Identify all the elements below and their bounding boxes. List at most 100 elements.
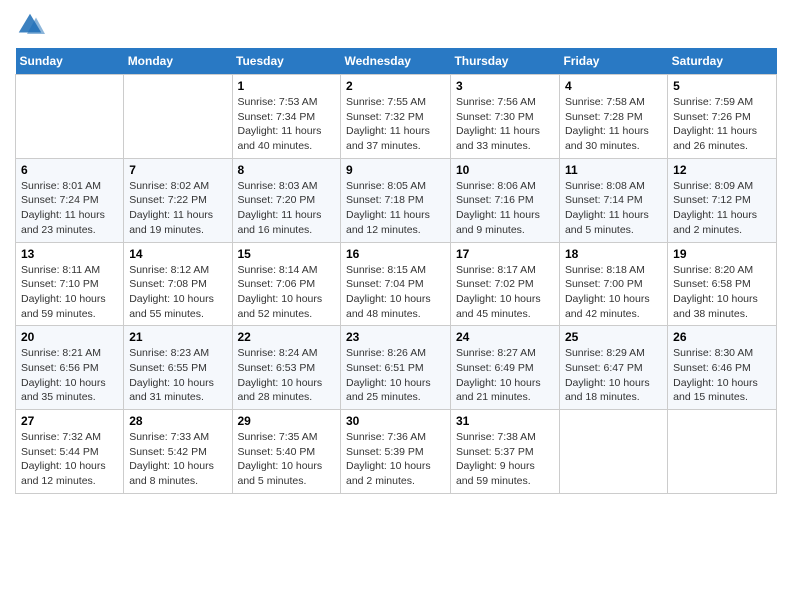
day-number: 22 bbox=[238, 330, 336, 344]
day-number: 26 bbox=[673, 330, 771, 344]
day-number: 15 bbox=[238, 247, 336, 261]
day-number: 19 bbox=[673, 247, 771, 261]
calendar-cell: 10 Sunrise: 8:06 AM Sunset: 7:16 PM Dayli… bbox=[450, 158, 559, 242]
day-info: Sunrise: 8:24 AM Sunset: 6:53 PM Dayligh… bbox=[238, 346, 336, 405]
calendar-table: SundayMondayTuesdayWednesdayThursdayFrid… bbox=[15, 48, 777, 494]
day-number: 23 bbox=[346, 330, 445, 344]
day-info: Sunrise: 8:09 AM Sunset: 7:12 PM Dayligh… bbox=[673, 179, 771, 238]
day-info: Sunrise: 8:23 AM Sunset: 6:55 PM Dayligh… bbox=[129, 346, 226, 405]
logo bbox=[15, 10, 49, 40]
day-info: Sunrise: 8:14 AM Sunset: 7:06 PM Dayligh… bbox=[238, 263, 336, 322]
day-number: 18 bbox=[565, 247, 662, 261]
day-number: 29 bbox=[238, 414, 336, 428]
calendar-cell: 31 Sunrise: 7:38 AM Sunset: 5:37 PM Dayli… bbox=[450, 410, 559, 494]
day-info: Sunrise: 8:20 AM Sunset: 6:58 PM Dayligh… bbox=[673, 263, 771, 322]
day-number: 12 bbox=[673, 163, 771, 177]
header bbox=[15, 10, 777, 40]
calendar-cell bbox=[668, 410, 777, 494]
calendar-header: SundayMondayTuesdayWednesdayThursdayFrid… bbox=[16, 48, 777, 75]
calendar-cell: 26 Sunrise: 8:30 AM Sunset: 6:46 PM Dayli… bbox=[668, 326, 777, 410]
calendar-cell: 9 Sunrise: 8:05 AM Sunset: 7:18 PM Daylig… bbox=[341, 158, 451, 242]
day-number: 17 bbox=[456, 247, 554, 261]
weekday-header-saturday: Saturday bbox=[668, 48, 777, 75]
calendar-cell: 17 Sunrise: 8:17 AM Sunset: 7:02 PM Dayli… bbox=[450, 242, 559, 326]
day-info: Sunrise: 8:18 AM Sunset: 7:00 PM Dayligh… bbox=[565, 263, 662, 322]
calendar-cell: 30Sunrise: 7:36 AM Sunset: 5:39 PM Dayli… bbox=[341, 410, 451, 494]
weekday-header-friday: Friday bbox=[559, 48, 667, 75]
day-number: 4 bbox=[565, 79, 662, 93]
calendar-cell: 1 Sunrise: 7:53 AM Sunset: 7:34 PM Daylig… bbox=[232, 75, 341, 159]
day-number: 13 bbox=[21, 247, 118, 261]
day-info: Sunrise: 7:33 AM Sunset: 5:42 PM Dayligh… bbox=[129, 430, 226, 489]
day-info: Sunrise: 8:15 AM Sunset: 7:04 PM Dayligh… bbox=[346, 263, 445, 322]
day-info: Sunrise: 7:56 AM Sunset: 7:30 PM Dayligh… bbox=[456, 95, 554, 154]
day-info: Sunrise: 8:01 AM Sunset: 7:24 PM Dayligh… bbox=[21, 179, 118, 238]
calendar-cell: 28 Sunrise: 7:33 AM Sunset: 5:42 PM Dayli… bbox=[124, 410, 232, 494]
calendar-cell: 27 Sunrise: 7:32 AM Sunset: 5:44 PM Dayli… bbox=[16, 410, 124, 494]
calendar-cell: 6 Sunrise: 8:01 AM Sunset: 7:24 PM Daylig… bbox=[16, 158, 124, 242]
day-info: Sunrise: 7:38 AM Sunset: 5:37 PM Dayligh… bbox=[456, 430, 554, 489]
day-info: Sunrise: 8:30 AM Sunset: 6:46 PM Dayligh… bbox=[673, 346, 771, 405]
day-info: Sunrise: 8:08 AM Sunset: 7:14 PM Dayligh… bbox=[565, 179, 662, 238]
calendar-cell: 14Sunrise: 8:12 AM Sunset: 7:08 PM Dayli… bbox=[124, 242, 232, 326]
calendar-cell: 2 Sunrise: 7:55 AM Sunset: 7:32 PM Daylig… bbox=[341, 75, 451, 159]
calendar-cell: 4 Sunrise: 7:58 AM Sunset: 7:28 PM Daylig… bbox=[559, 75, 667, 159]
day-info: Sunrise: 7:55 AM Sunset: 7:32 PM Dayligh… bbox=[346, 95, 445, 154]
day-number: 25 bbox=[565, 330, 662, 344]
calendar-cell: 20 Sunrise: 8:21 AM Sunset: 6:56 PM Dayli… bbox=[16, 326, 124, 410]
day-number: 16 bbox=[346, 247, 445, 261]
day-info: Sunrise: 7:35 AM Sunset: 5:40 PM Dayligh… bbox=[238, 430, 336, 489]
calendar-body: 1 Sunrise: 7:53 AM Sunset: 7:34 PM Daylig… bbox=[16, 75, 777, 494]
day-info: Sunrise: 8:27 AM Sunset: 6:49 PM Dayligh… bbox=[456, 346, 554, 405]
calendar-cell: 13Sunrise: 8:11 AM Sunset: 7:10 PM Dayli… bbox=[16, 242, 124, 326]
calendar-cell: 18 Sunrise: 8:18 AM Sunset: 7:00 PM Dayli… bbox=[559, 242, 667, 326]
calendar-week-row: 13Sunrise: 8:11 AM Sunset: 7:10 PM Dayli… bbox=[16, 242, 777, 326]
day-number: 31 bbox=[456, 414, 554, 428]
day-number: 3 bbox=[456, 79, 554, 93]
calendar-cell: 24 Sunrise: 8:27 AM Sunset: 6:49 PM Dayli… bbox=[450, 326, 559, 410]
calendar-cell bbox=[559, 410, 667, 494]
weekday-header-tuesday: Tuesday bbox=[232, 48, 341, 75]
calendar-week-row: 27 Sunrise: 7:32 AM Sunset: 5:44 PM Dayli… bbox=[16, 410, 777, 494]
calendar-week-row: 20 Sunrise: 8:21 AM Sunset: 6:56 PM Dayli… bbox=[16, 326, 777, 410]
calendar-cell: 22 Sunrise: 8:24 AM Sunset: 6:53 PM Dayli… bbox=[232, 326, 341, 410]
day-info: Sunrise: 8:05 AM Sunset: 7:18 PM Dayligh… bbox=[346, 179, 445, 238]
day-number: 7 bbox=[129, 163, 226, 177]
day-number: 11 bbox=[565, 163, 662, 177]
day-info: Sunrise: 7:58 AM Sunset: 7:28 PM Dayligh… bbox=[565, 95, 662, 154]
day-number: 21 bbox=[129, 330, 226, 344]
weekday-header-row: SundayMondayTuesdayWednesdayThursdayFrid… bbox=[16, 48, 777, 75]
calendar-cell: 3 Sunrise: 7:56 AM Sunset: 7:30 PM Daylig… bbox=[450, 75, 559, 159]
calendar-cell: 19 Sunrise: 8:20 AM Sunset: 6:58 PM Dayli… bbox=[668, 242, 777, 326]
day-number: 20 bbox=[21, 330, 118, 344]
day-info: Sunrise: 8:06 AM Sunset: 7:16 PM Dayligh… bbox=[456, 179, 554, 238]
day-info: Sunrise: 8:21 AM Sunset: 6:56 PM Dayligh… bbox=[21, 346, 118, 405]
day-number: 5 bbox=[673, 79, 771, 93]
day-info: Sunrise: 8:29 AM Sunset: 6:47 PM Dayligh… bbox=[565, 346, 662, 405]
day-info: Sunrise: 8:02 AM Sunset: 7:22 PM Dayligh… bbox=[129, 179, 226, 238]
day-info: Sunrise: 8:26 AM Sunset: 6:51 PM Dayligh… bbox=[346, 346, 445, 405]
day-number: 9 bbox=[346, 163, 445, 177]
day-number: 27 bbox=[21, 414, 118, 428]
day-info: Sunrise: 7:32 AM Sunset: 5:44 PM Dayligh… bbox=[21, 430, 118, 489]
day-number: 6 bbox=[21, 163, 118, 177]
day-info: Sunrise: 7:53 AM Sunset: 7:34 PM Dayligh… bbox=[238, 95, 336, 154]
weekday-header-wednesday: Wednesday bbox=[341, 48, 451, 75]
day-number: 24 bbox=[456, 330, 554, 344]
calendar-cell: 21 Sunrise: 8:23 AM Sunset: 6:55 PM Dayli… bbox=[124, 326, 232, 410]
day-number: 2 bbox=[346, 79, 445, 93]
day-number: 1 bbox=[238, 79, 336, 93]
day-info: Sunrise: 8:17 AM Sunset: 7:02 PM Dayligh… bbox=[456, 263, 554, 322]
day-number: 28 bbox=[129, 414, 226, 428]
calendar-cell bbox=[124, 75, 232, 159]
calendar-cell: 12 Sunrise: 8:09 AM Sunset: 7:12 PM Dayli… bbox=[668, 158, 777, 242]
day-number: 10 bbox=[456, 163, 554, 177]
weekday-header-thursday: Thursday bbox=[450, 48, 559, 75]
calendar-cell bbox=[16, 75, 124, 159]
calendar-cell: 7 Sunrise: 8:02 AM Sunset: 7:22 PM Daylig… bbox=[124, 158, 232, 242]
weekday-header-monday: Monday bbox=[124, 48, 232, 75]
weekday-header-sunday: Sunday bbox=[16, 48, 124, 75]
calendar-cell: 29 Sunrise: 7:35 AM Sunset: 5:40 PM Dayli… bbox=[232, 410, 341, 494]
calendar-cell: 15 Sunrise: 8:14 AM Sunset: 7:06 PM Dayli… bbox=[232, 242, 341, 326]
calendar-cell: 5Sunrise: 7:59 AM Sunset: 7:26 PM Daylig… bbox=[668, 75, 777, 159]
